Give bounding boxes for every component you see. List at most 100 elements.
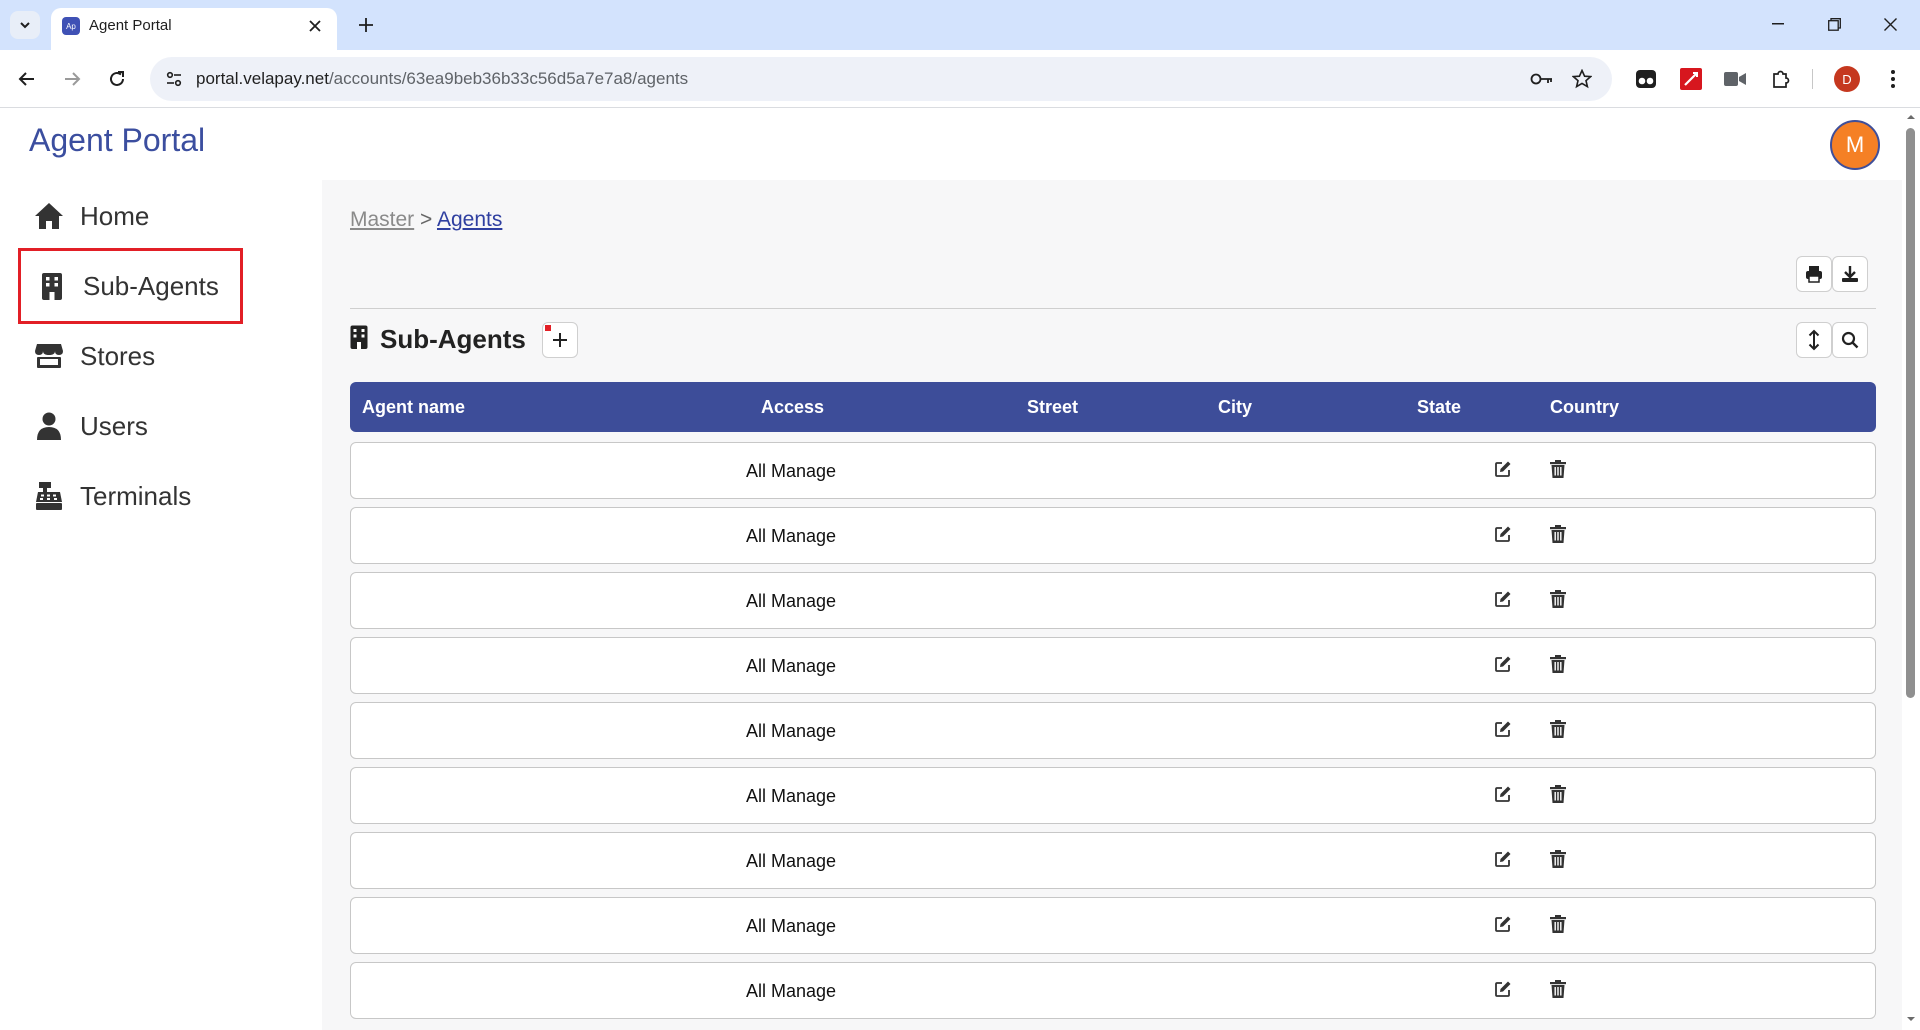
edit-row-button[interactable] — [1489, 782, 1517, 810]
breadcrumb-master-link[interactable]: Master — [350, 208, 414, 231]
extension-red-icon[interactable] — [1676, 64, 1706, 94]
column-header-state[interactable]: State — [1417, 397, 1461, 418]
sort-toggle-button[interactable] — [1796, 322, 1832, 358]
column-header-city[interactable]: City — [1218, 397, 1252, 418]
table-row[interactable]: All Manage — [350, 572, 1876, 629]
notification-dot — [545, 325, 551, 331]
delete-row-button[interactable] — [1544, 457, 1572, 485]
sidebar-item-sub-agents[interactable]: Sub-Agents — [18, 248, 243, 324]
cash-register-icon — [34, 481, 64, 511]
edit-row-button[interactable] — [1489, 847, 1517, 875]
download-icon — [1842, 266, 1858, 282]
edit-row-button[interactable] — [1489, 652, 1517, 680]
sidebar-item-terminals[interactable]: Terminals — [18, 458, 243, 534]
sidebar-item-users[interactable]: Users — [18, 388, 243, 464]
print-button[interactable] — [1796, 256, 1832, 292]
extensions-puzzle-icon[interactable] — [1766, 64, 1796, 94]
column-header-access[interactable]: Access — [761, 397, 824, 418]
search-button[interactable] — [1832, 322, 1868, 358]
scrollbar-thumb[interactable] — [1906, 128, 1915, 698]
arrow-right-icon — [65, 72, 81, 86]
sort-vertical-icon — [1808, 329, 1820, 351]
page-scrollbar[interactable] — [1902, 108, 1920, 1030]
extension-glasses-icon[interactable] — [1631, 64, 1661, 94]
sidebar-item-stores[interactable]: Stores — [18, 318, 243, 394]
browser-profile-avatar[interactable]: D — [1834, 66, 1860, 92]
address-bar[interactable]: portal.velapay.net/accounts/63ea9beb36b3… — [150, 57, 1612, 101]
tab-title: Agent Portal — [89, 17, 172, 34]
sidebar-item-home[interactable]: Home — [18, 178, 243, 254]
column-header-agent-name[interactable]: Agent name — [362, 397, 465, 418]
edit-icon — [1494, 785, 1512, 808]
trash-icon — [1550, 589, 1566, 613]
table-row[interactable]: All Manage — [350, 832, 1876, 889]
restore-window-button[interactable] — [1806, 0, 1862, 48]
table-row[interactable]: All Manage — [350, 637, 1876, 694]
delete-row-button[interactable] — [1544, 782, 1572, 810]
delete-row-button[interactable] — [1544, 912, 1572, 940]
delete-row-button[interactable] — [1544, 717, 1572, 745]
toolbar-separator — [1812, 69, 1813, 89]
table-row[interactable]: All Manage — [350, 897, 1876, 954]
edit-icon — [1494, 720, 1512, 743]
edit-row-button[interactable] — [1489, 717, 1517, 745]
favicon-icon: Ap — [62, 17, 80, 35]
app-title: Agent Portal — [29, 122, 206, 158]
section-divider — [350, 308, 1876, 309]
table-row[interactable]: All Manage — [350, 962, 1876, 1019]
cell-access: All Manage — [746, 786, 837, 806]
cell-access: All Manage — [746, 721, 837, 741]
table-row[interactable]: All Manage — [350, 767, 1876, 824]
main-content: Master > Agents Sub-Agents Agent name Ac… — [322, 180, 1902, 1030]
plus-icon — [359, 18, 373, 32]
new-tab-button[interactable] — [352, 11, 380, 39]
delete-row-button[interactable] — [1544, 977, 1572, 1005]
delete-row-button[interactable] — [1544, 587, 1572, 615]
table-row[interactable]: All Manage — [350, 507, 1876, 564]
trash-icon — [1550, 654, 1566, 678]
close-window-button[interactable] — [1862, 0, 1918, 48]
download-button[interactable] — [1832, 256, 1868, 292]
table-row[interactable]: All Manage — [350, 442, 1876, 499]
store-icon — [34, 341, 64, 371]
sidebar-item-label: Stores — [80, 340, 156, 371]
tab-close-icon[interactable] — [303, 14, 327, 38]
table-header: Agent name Access Street City State Coun… — [350, 382, 1876, 432]
url-text: portal.velapay.net/accounts/63ea9beb36b3… — [196, 69, 689, 88]
browser-toolbar: portal.velapay.net/accounts/63ea9beb36b3… — [0, 50, 1920, 108]
video-camera-icon[interactable] — [1720, 64, 1750, 94]
table-row[interactable]: All Manage — [350, 702, 1876, 759]
delete-row-button[interactable] — [1544, 522, 1572, 550]
user-avatar[interactable]: M — [1830, 120, 1880, 170]
trash-icon — [1550, 914, 1566, 938]
edit-row-button[interactable] — [1489, 977, 1517, 1005]
minimize-window-button[interactable] — [1750, 0, 1806, 48]
edit-icon — [1494, 915, 1512, 938]
column-header-street[interactable]: Street — [1027, 397, 1078, 418]
delete-row-button[interactable] — [1544, 652, 1572, 680]
reload-icon — [110, 71, 124, 86]
reload-button[interactable] — [101, 63, 133, 95]
site-info-icon[interactable] — [162, 67, 186, 91]
delete-row-button[interactable] — [1544, 847, 1572, 875]
cell-access: All Manage — [746, 461, 837, 481]
column-header-country[interactable]: Country — [1550, 397, 1619, 418]
password-key-icon[interactable] — [1530, 67, 1554, 91]
browser-tab-active[interactable]: Ap Agent Portal — [51, 8, 337, 50]
forward-button[interactable] — [56, 63, 88, 95]
add-sub-agent-button[interactable] — [542, 322, 578, 358]
cell-access: All Manage — [746, 591, 837, 611]
section-title: Sub-Agents — [380, 324, 526, 354]
breadcrumb-agents-link[interactable]: Agents — [437, 208, 502, 231]
edit-row-button[interactable] — [1489, 587, 1517, 615]
breadcrumb: Master > Agents — [350, 208, 502, 232]
browser-menu-icon[interactable] — [1878, 64, 1908, 94]
sidebar-item-label: Terminals — [80, 480, 192, 511]
bookmark-star-icon[interactable] — [1570, 67, 1594, 91]
edit-row-button[interactable] — [1489, 522, 1517, 550]
edit-row-button[interactable] — [1489, 912, 1517, 940]
edit-row-button[interactable] — [1489, 457, 1517, 485]
back-button[interactable] — [11, 63, 43, 95]
tab-search-button[interactable] — [10, 11, 40, 39]
browser-tab-strip: Ap Agent Portal — [0, 0, 1920, 50]
